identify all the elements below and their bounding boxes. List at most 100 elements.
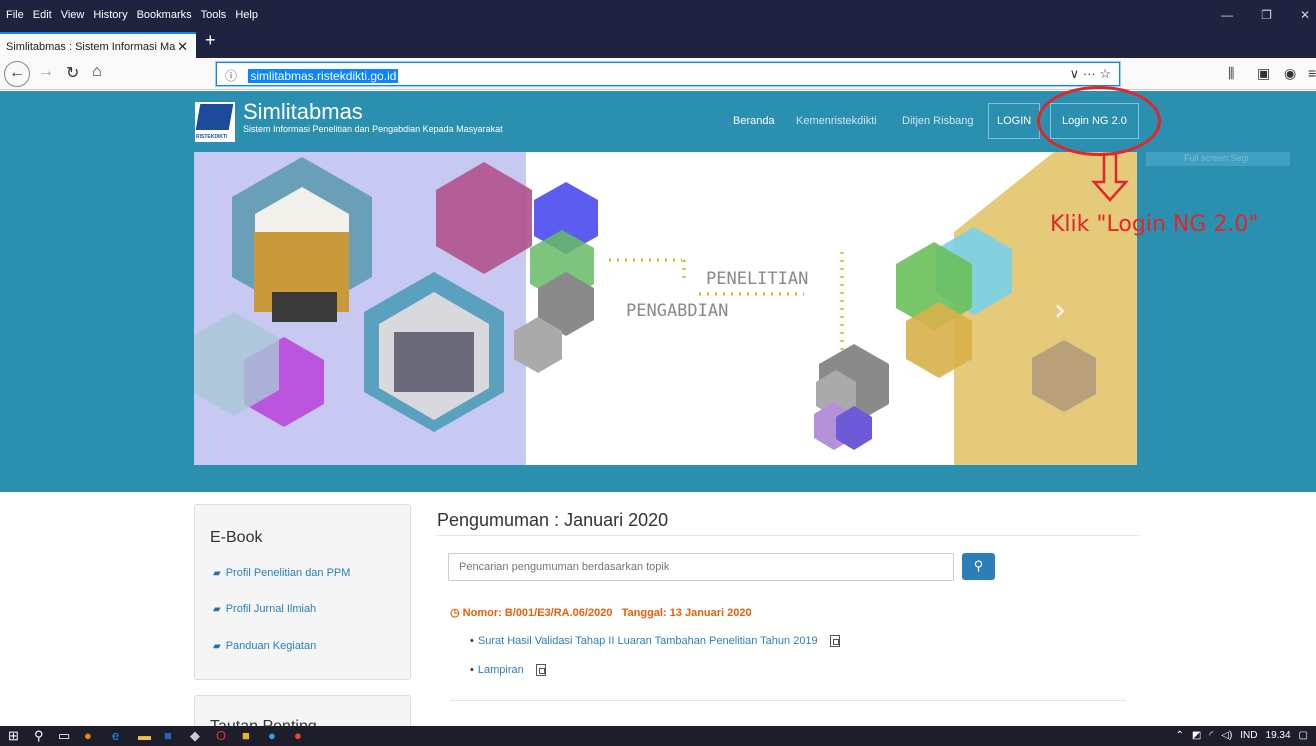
app-icon[interactable]: ■ (242, 728, 250, 743)
clock-text[interactable]: 19.34 (1266, 730, 1291, 741)
carousel-dot[interactable] (675, 427, 685, 437)
carousel-dot[interactable] (648, 428, 656, 436)
announcement-item[interactable]: • Surat Hasil Validasi Tahap II Luaran Ta… (470, 635, 840, 648)
network-icon[interactable]: ◩ (1192, 730, 1201, 741)
menu-help[interactable]: Help (235, 9, 258, 21)
brand-title: Simlitabmas (243, 99, 363, 124)
site-info-icon[interactable]: ⓘ (225, 69, 237, 83)
brand-subtitle: Sistem Informasi Penelitian dan Pengabdi… (243, 124, 503, 134)
wifi-icon[interactable]: ◜ (1209, 730, 1213, 741)
ebook-title: E-Book (210, 529, 263, 546)
pdf-icon[interactable] (829, 635, 840, 648)
chevron-up-icon[interactable]: ⌃ (1176, 730, 1184, 741)
nav-login[interactable]: LOGIN (988, 103, 1041, 139)
nav-kemenristekdikti[interactable]: Kemenristekdikti (796, 115, 877, 127)
windows-start-icon[interactable]: ⊞ (8, 728, 19, 744)
restore-icon[interactable]: ❐ (1261, 8, 1272, 22)
announcement-title: Pengumuman : Januari 2020 (437, 510, 669, 530)
reload-icon[interactable]: ↻ (66, 63, 79, 83)
logo-text: RISTEKDIKTI (196, 134, 228, 140)
search-icon[interactable]: ⚲ (34, 728, 44, 744)
announcement-search-input[interactable] (448, 553, 954, 581)
annotation-circle (1037, 86, 1161, 156)
menu-view[interactable]: View (61, 9, 85, 21)
menu-file[interactable]: File (6, 9, 24, 21)
ebook-link-panduan[interactable]: ▰ Panduan Kegiatan (213, 640, 316, 652)
url-actions[interactable]: ∨ ··· ☆ (1070, 66, 1111, 82)
account-icon[interactable]: ◉ (1284, 65, 1296, 82)
slide-artwork: PENELITIAN PENGABDIAN › (194, 152, 1137, 465)
language-indicator[interactable]: IND (1240, 730, 1257, 741)
pengabdian-text: PENGABDIAN (626, 301, 728, 321)
ebook-link-profil-penelitian[interactable]: ▰ Profil Penelitian dan PPM (213, 567, 350, 579)
sidebar-icon[interactable]: ▣ (1257, 65, 1270, 82)
ebook-link-label: Panduan Kegiatan (225, 640, 317, 652)
ristekdikti-logo[interactable]: RISTEKDIKTI (195, 102, 235, 142)
ebook-panel: E-Book ▰ Profil Penelitian dan PPM ▰ Profi… (194, 504, 411, 680)
annotation-text: Klik "Login NG 2.0" (1050, 212, 1259, 237)
app-icon[interactable]: ◆ (190, 728, 200, 744)
menu-tools[interactable]: Tools (201, 9, 227, 21)
menu-history[interactable]: History (93, 9, 127, 21)
search-ghost-text: Full screen Segi (1146, 152, 1290, 166)
penelitian-text: PENELITIAN (706, 269, 808, 289)
photo-2-image (394, 332, 474, 392)
edge-icon[interactable]: e (112, 728, 119, 743)
book-icon: ▰ (213, 641, 221, 652)
menu-edit[interactable]: Edit (33, 9, 52, 21)
bullet-icon: • (470, 664, 474, 676)
nav-ditjen-risbang[interactable]: Ditjen Risbang (902, 115, 974, 127)
window-controls: — ❐ ✕ (1221, 8, 1316, 22)
brand[interactable]: Simlitabmas Sistem Informasi Penelitian … (243, 99, 503, 135)
pdf-icon[interactable] (535, 664, 546, 677)
ebook-link-label: Profil Penelitian dan PPM (225, 567, 351, 579)
minimize-icon[interactable]: — (1221, 8, 1233, 22)
tab-title: Simlitabmas : Sistem Informasi Ma (6, 41, 176, 53)
library-icon[interactable]: ⫼ (1228, 65, 1234, 82)
opera-icon[interactable]: O (216, 728, 226, 743)
hexagon-shape (436, 162, 532, 274)
announcement-item-link[interactable]: Surat Hasil Validasi Tahap II Luaran Tam… (478, 635, 818, 647)
telegram-icon[interactable]: ● (268, 728, 276, 743)
book-icon: ▰ (213, 568, 221, 579)
announcement-item-link[interactable]: Lampiran (478, 664, 524, 676)
back-icon[interactable]: ← (4, 61, 30, 87)
annotation-arrow-icon (1091, 152, 1129, 202)
windows-taskbar: ⊞ ⚲ ▭ ● e ▬ ■ ◆ O ■ ● ● ⌃ ◩ ◜ ◁) IND 19.… (0, 726, 1316, 746)
task-view-icon[interactable]: ▭ (58, 728, 70, 744)
search-icon: ⚲ (973, 558, 984, 573)
home-icon[interactable]: ⌂ (92, 63, 102, 81)
tab-strip: Simlitabmas : Sistem Informasi Ma ✕ + (0, 29, 1316, 58)
divider (450, 700, 1126, 701)
hero-slider[interactable]: PENELITIAN PENGABDIAN › (194, 152, 1137, 465)
system-tray: ⌃ ◩ ◜ ◁) IND 19.34 ▢ (1176, 730, 1308, 741)
nav-beranda[interactable]: Beranda (733, 115, 775, 127)
divider (437, 535, 1139, 536)
menu-bookmarks[interactable]: Bookmarks (137, 9, 192, 21)
ebook-link-profil-jurnal[interactable]: ▰ Profil Jurnal Ilmiah (213, 603, 316, 615)
app-menu-icon[interactable]: ≡ (1308, 65, 1316, 81)
notification-icon[interactable]: ▢ (1299, 730, 1308, 741)
carousel-dot[interactable] (661, 427, 671, 437)
firefox-icon[interactable]: ● (84, 728, 92, 743)
word-icon[interactable]: ■ (164, 728, 172, 743)
announcement-header-text: Nomor: B/001/E3/RA.06/2020 Tanggal: 13 J… (462, 607, 752, 619)
volume-icon[interactable]: ◁) (1221, 730, 1232, 741)
book-icon: ▰ (213, 604, 221, 615)
powerpoint-icon[interactable]: ● (294, 728, 302, 743)
close-icon[interactable]: ✕ (1300, 8, 1310, 22)
clock-icon: ◷ (450, 607, 463, 619)
url-bar[interactable]: ⓘ simlitabmas.ristekdikti.go.id ∨ ··· ☆ (216, 62, 1120, 86)
menu-bar: File Edit View History Bookmarks Tools H… (0, 0, 1316, 29)
search-button[interactable]: ⚲ (962, 553, 995, 580)
new-tab-button[interactable]: + (205, 30, 216, 51)
announcement-item[interactable]: • Lampiran (470, 664, 546, 677)
file-explorer-icon[interactable]: ▬ (138, 728, 151, 743)
carousel-indicator[interactable] (648, 427, 685, 437)
tab-simlitabmas[interactable]: Simlitabmas : Sistem Informasi Ma ✕ (0, 32, 196, 58)
url-text: simlitabmas.ristekdikti.go.id (248, 69, 399, 83)
next-slide-icon[interactable]: › (1054, 293, 1066, 328)
ebook-link-label: Profil Jurnal Ilmiah (225, 603, 317, 615)
forward-icon[interactable]: → (38, 63, 54, 81)
tab-close-icon[interactable]: ✕ (177, 39, 188, 55)
